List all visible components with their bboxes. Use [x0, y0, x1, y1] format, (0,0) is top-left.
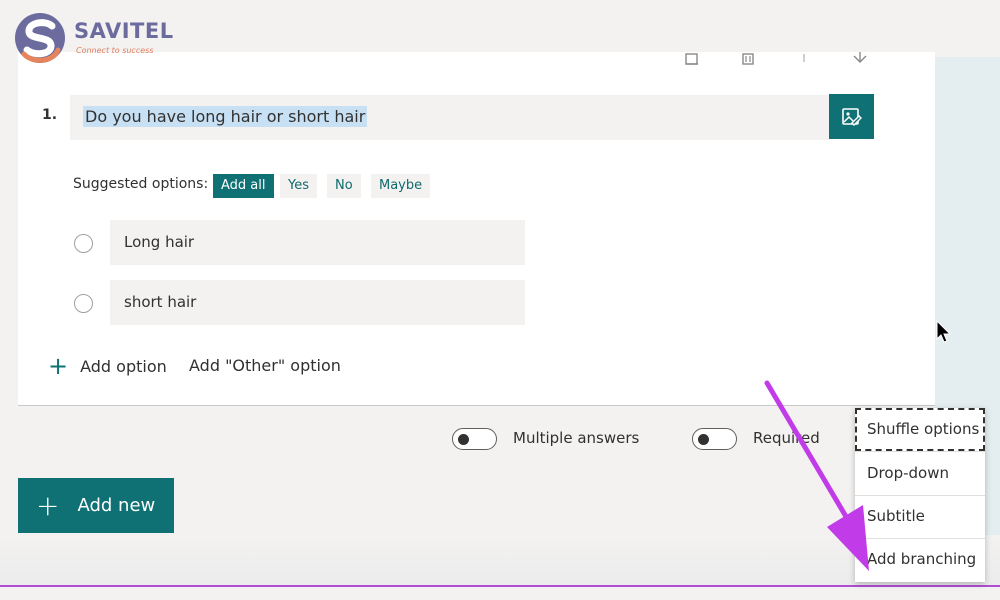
required-label: Required	[753, 429, 820, 447]
copy-icon[interactable]	[684, 52, 700, 66]
delete-icon[interactable]	[740, 52, 756, 66]
toggle-knob	[458, 434, 469, 445]
option-radio[interactable]	[74, 234, 93, 253]
savitel-logo: SAVITEL Connect to success	[8, 6, 178, 66]
menu-item-subtitle[interactable]: Subtitle	[855, 495, 985, 538]
required-toggle[interactable]	[692, 428, 737, 450]
bottom-band	[0, 535, 1000, 585]
more-settings-menu: Shuffle options Drop-down Subtitle Add b…	[855, 408, 985, 582]
plus-icon: +	[36, 488, 60, 522]
toggle-knob	[698, 434, 709, 445]
add-option-label: Add option	[80, 356, 167, 376]
option-radio[interactable]	[74, 294, 93, 313]
logo-name: SAVITEL	[74, 19, 174, 43]
suggestion-chip-no[interactable]: No	[327, 174, 361, 198]
add-all-button[interactable]: Add all	[213, 174, 274, 198]
add-new-label: Add new	[77, 495, 156, 516]
logo-tagline: Connect to success	[76, 46, 154, 55]
question-number: 1.	[42, 107, 58, 123]
option-input[interactable]: Long hair	[110, 220, 525, 265]
insert-media-button[interactable]	[829, 94, 874, 139]
move-down-icon[interactable]	[852, 52, 868, 66]
suggestion-chip-maybe[interactable]: Maybe	[371, 174, 431, 198]
suggestion-chip-yes[interactable]: Yes	[280, 174, 317, 198]
menu-item-shuffle-options[interactable]: Shuffle options	[855, 408, 985, 451]
move-up-icon[interactable]	[800, 52, 808, 64]
savitel-logo-mark	[15, 13, 65, 63]
multiple-answers-toggle[interactable]	[452, 428, 497, 450]
plus-icon: +	[48, 352, 69, 380]
purple-divider	[0, 585, 1000, 587]
add-other-option-button[interactable]: Add "Other" option	[189, 356, 341, 375]
suggested-options-label: Suggested options:	[73, 176, 209, 192]
menu-item-drop-down[interactable]: Drop-down	[855, 452, 985, 495]
question-title-text[interactable]: Do you have long hair or short hair	[83, 106, 368, 127]
add-option-button[interactable]: + Add option	[48, 354, 167, 378]
option-input[interactable]: short hair	[110, 280, 525, 325]
menu-item-add-branching[interactable]: Add branching	[855, 538, 985, 581]
multiple-answers-label: Multiple answers	[513, 429, 640, 447]
mouse-cursor-icon	[936, 320, 952, 343]
image-edit-icon	[841, 107, 862, 126]
add-new-button[interactable]: + Add new	[18, 478, 174, 533]
